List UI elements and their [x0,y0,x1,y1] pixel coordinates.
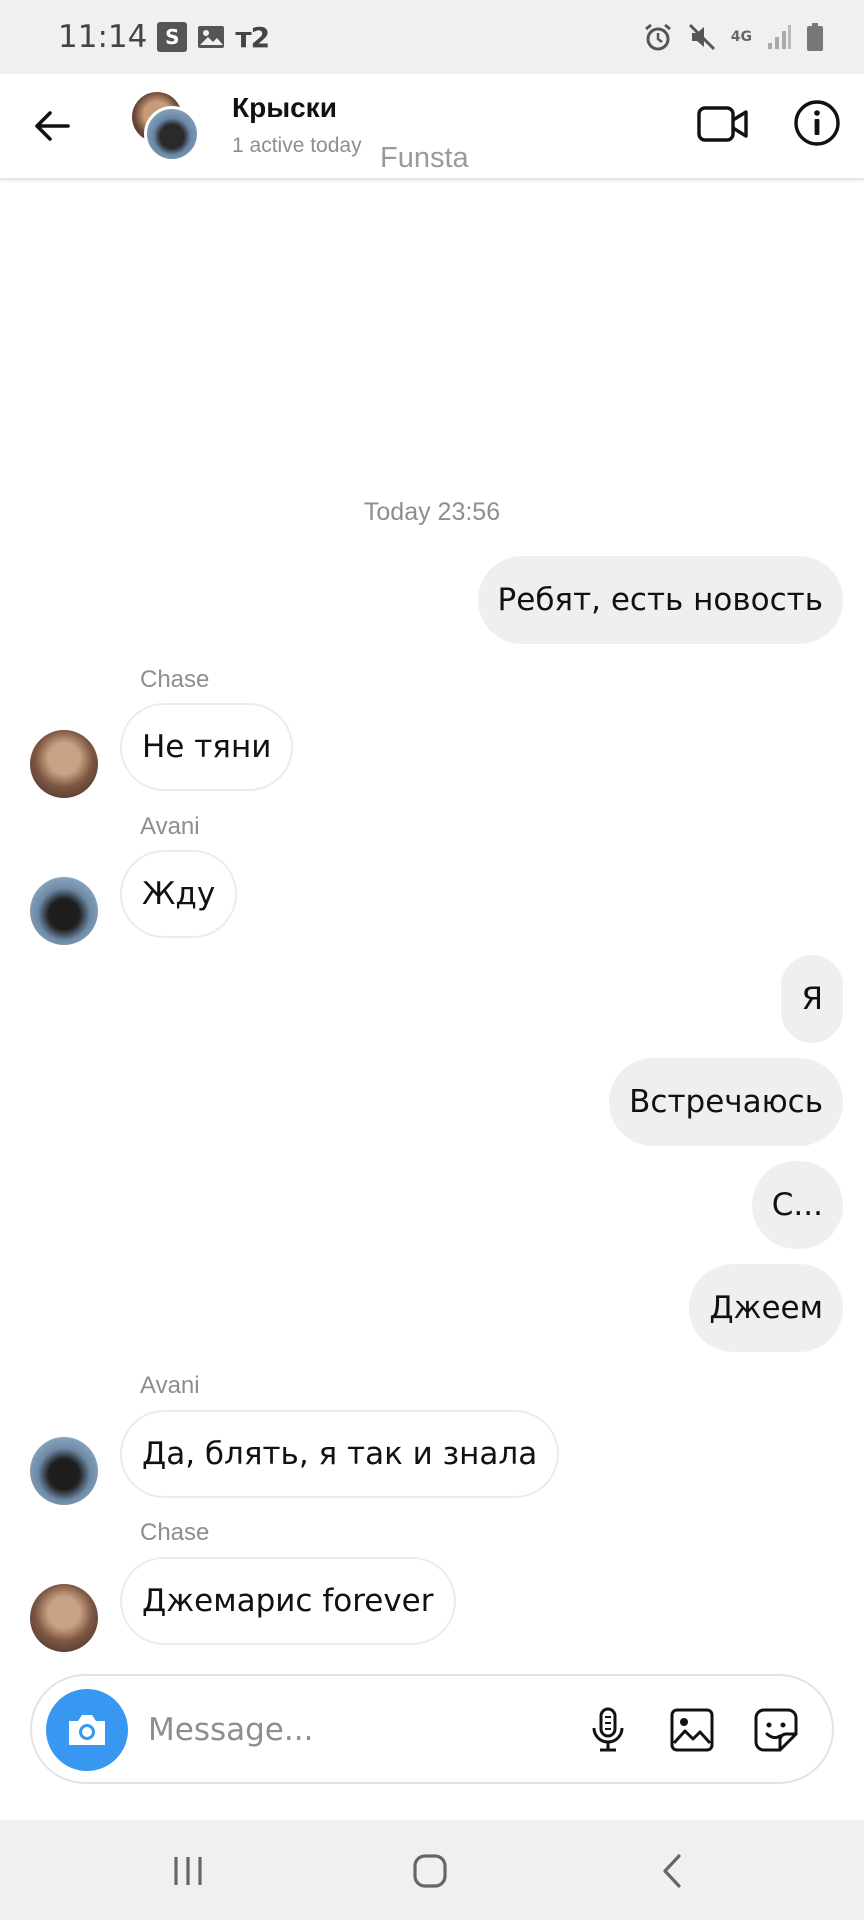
gallery-button[interactable] [664,1702,720,1758]
recent-apps-icon [174,1857,202,1885]
message-text: Джеем [709,1290,823,1326]
avatar[interactable] [30,1437,98,1505]
message-input[interactable] [148,1701,548,1759]
message-text: Джемарис forever [142,1583,434,1619]
watermark: Funsta [380,142,469,174]
battery-icon [806,22,824,52]
sender-name: Avani [140,1372,200,1399]
microphone-icon [592,1707,624,1752]
s-app-icon: S [157,22,188,52]
message-bubble-incoming[interactable]: Джемарис forever [120,1557,456,1645]
group-avatar[interactable] [130,90,202,162]
chat-title[interactable]: Крыски [232,92,337,124]
avatar [144,106,200,162]
message-text: С... [771,1187,823,1223]
message-bubble-outgoing[interactable]: Встречаюсь [609,1058,843,1146]
message-bubble-outgoing[interactable]: Ребят, есть новость [477,556,843,644]
message-bubble-outgoing[interactable]: Я [781,955,843,1043]
sticker-icon [754,1708,798,1752]
status-bar: 11:14 S т2 4G [0,0,864,74]
info-button[interactable] [792,98,842,148]
camera-button[interactable] [46,1689,128,1771]
message-text: Ребят, есть новость [497,582,823,618]
sender-name: Chase [140,1519,210,1546]
back-button[interactable] [30,104,74,148]
message-text: Не тяни [142,729,272,765]
sticker-button[interactable] [748,1702,804,1758]
chat-header: Крыски 1 active today Funsta [0,74,864,180]
voice-message-button[interactable] [580,1702,636,1758]
message-text: Да, блять, я так и знала [142,1436,538,1472]
camera-icon [69,1715,105,1745]
message-bubble-incoming[interactable]: Жду [120,850,238,938]
message-composer [30,1674,834,1784]
message-bubble-incoming[interactable]: Не тяни [120,703,294,791]
conversation-timestamp: Today 23:56 [363,498,501,526]
home-button[interactable] [400,1846,460,1896]
system-back-button[interactable] [642,1846,702,1896]
message-text: Жду [142,876,216,912]
avatar[interactable] [30,877,98,945]
network-type-label: 4G [730,28,752,45]
home-icon [413,1854,447,1888]
message-text: Я [801,981,823,1017]
message-text: Встречаюсь [629,1084,823,1120]
signal-icon [766,23,792,51]
video-camera-icon [697,106,748,142]
sender-name: Avani [140,813,200,840]
video-call-button[interactable] [696,100,750,148]
carrier-label: т2 [235,20,270,54]
recent-apps-button[interactable] [158,1846,218,1896]
mute-icon [687,22,717,52]
system-navigation-bar [0,1820,864,1920]
arrow-left-icon [35,111,70,141]
sender-name: Chase [140,666,210,693]
alarm-icon [643,22,673,52]
avatar[interactable] [30,730,98,798]
gallery-icon [197,24,225,50]
message-bubble-outgoing[interactable]: Джеем [689,1264,843,1352]
message-bubble-incoming[interactable]: Да, блять, я так и знала [120,1410,560,1498]
info-icon [794,100,840,146]
active-status: 1 active today [232,134,362,157]
image-icon [670,1708,714,1752]
status-time: 11:14 [58,19,148,55]
chevron-left-icon [663,1854,681,1888]
avatar[interactable] [30,1584,98,1652]
message-bubble-outgoing[interactable]: С... [751,1161,843,1249]
